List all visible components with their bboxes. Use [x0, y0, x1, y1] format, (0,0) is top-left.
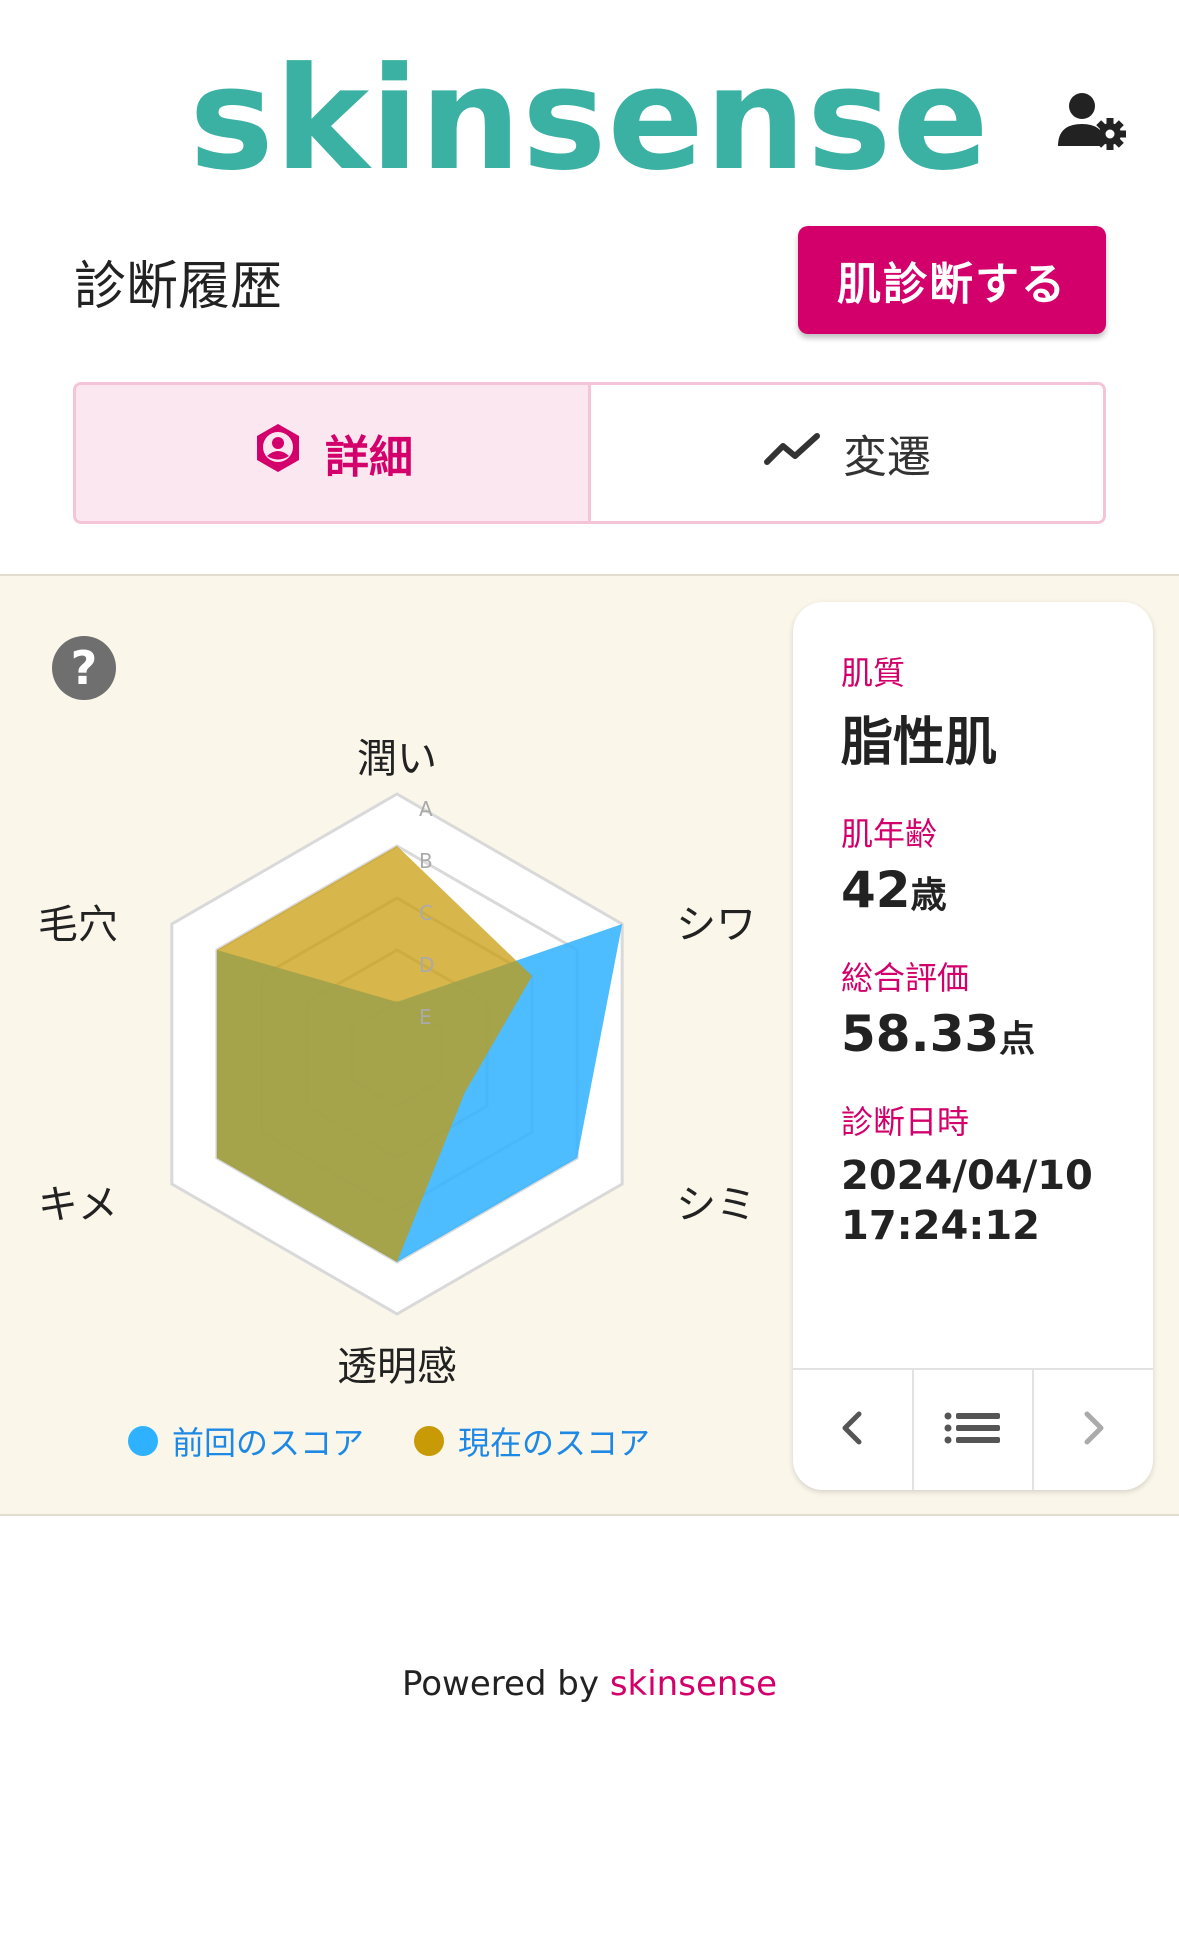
diagnose-button[interactable]: 肌診断する [798, 226, 1106, 334]
date-value: 2024/04/10 [841, 1153, 1093, 1199]
legend-previous[interactable]: 前回のスコア [128, 1418, 364, 1464]
tab-trend-label: 変遷 [843, 432, 931, 483]
page-title: 診断履歴 [74, 257, 283, 317]
axis-label: シワ [676, 902, 756, 948]
result-panel: ? A B C D E 潤い シワ シミ 透明感 キメ 毛穴 前回のスコア 現在のスコア 肌質 脂性… [0, 574, 1179, 1516]
tab-detail[interactable]: 詳細 [76, 385, 591, 521]
legend-current[interactable]: 現在のスコア [414, 1418, 650, 1464]
app-header: skinsense [0, 0, 1179, 200]
grade-label: D [419, 953, 434, 977]
skinsense-logo[interactable]: skinsense [0, 40, 1179, 200]
date-label: 診断日時 [841, 1103, 970, 1141]
score-unit: 点 [999, 1019, 1036, 1060]
skin-age-value: 42 [841, 861, 911, 919]
title-row: 診断履歴 肌診断する [0, 220, 1179, 340]
legend-previous-dot [128, 1426, 158, 1456]
radar-chart: A B C D E 潤いシワシミ透明感 キメ 毛穴 [38, 736, 756, 1390]
legend-current-dot [414, 1426, 445, 1456]
user-hexagon-icon [251, 421, 305, 486]
grade-label: E [419, 1005, 432, 1029]
summary-card: 肌質 脂性肌 肌年齢 42歳 総合評価 58.33点 診断日時 2024/04/… [793, 602, 1153, 1490]
powered-by-text: Powered by [401, 1664, 600, 1704]
list-button[interactable] [914, 1370, 1035, 1490]
skin-age-unit: 歳 [910, 875, 947, 916]
footer-brand[interactable]: skinsense [610, 1664, 777, 1704]
card-navigation [793, 1368, 1153, 1490]
time-value: 17:24:12 [841, 1203, 1040, 1249]
list-icon [943, 1408, 1003, 1452]
chart-legend: 前回のスコア 現在のスコア [128, 1418, 650, 1464]
chevron-right-icon [1079, 1408, 1109, 1452]
chevron-left-icon [837, 1408, 867, 1452]
tab-trend[interactable]: 変遷 [591, 385, 1103, 521]
axis-label: キメ [38, 1182, 118, 1228]
grade-label: C [419, 901, 433, 925]
axis-label: 透明感 [337, 1344, 457, 1390]
tab-detail-label: 詳細 [325, 432, 413, 483]
footer: Powered by skinsense [0, 1664, 1179, 1704]
legend-previous-label: 前回のスコア [172, 1424, 365, 1462]
score-label: 総合評価 [841, 959, 970, 997]
next-button[interactable] [1034, 1370, 1153, 1490]
previous-button[interactable] [793, 1370, 914, 1490]
axis-label: 潤い [357, 736, 437, 782]
axis-label: シミ [676, 1182, 756, 1228]
grade-label: B [419, 849, 433, 873]
skin-age-label: 肌年齢 [841, 815, 938, 853]
skin-type-value: 脂性肌 [841, 713, 998, 773]
legend-current-label: 現在のスコア [458, 1424, 651, 1462]
grade-label: A [419, 797, 433, 821]
skin-type-label: 肌質 [841, 654, 906, 692]
trend-line-icon [763, 428, 823, 479]
user-settings-icon[interactable] [1058, 88, 1128, 158]
view-tabs: 詳細 変遷 [73, 382, 1106, 524]
score-value: 58.33 [841, 1005, 1000, 1063]
axis-label: 毛穴 [38, 902, 118, 948]
